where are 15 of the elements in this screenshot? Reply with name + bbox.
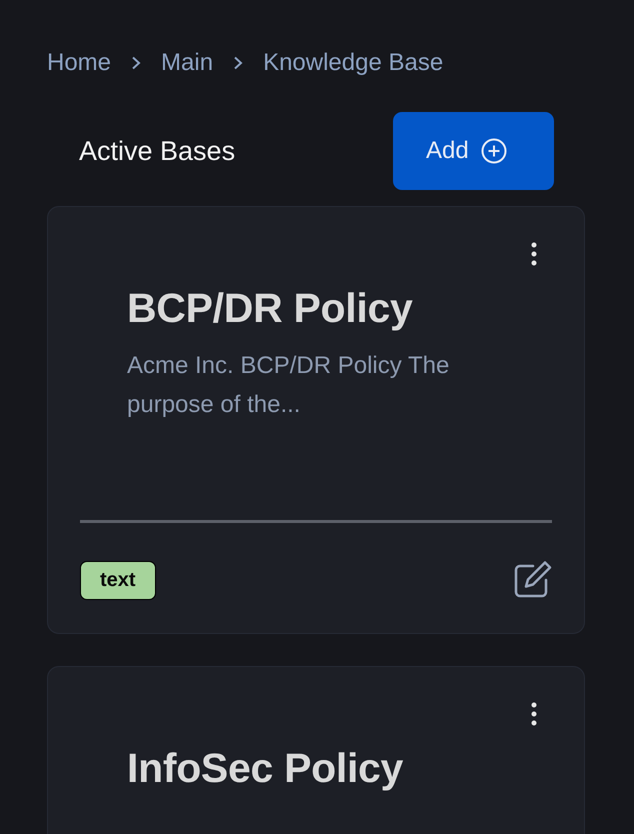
breadcrumb-link[interactable]: Main	[161, 48, 214, 77]
edit-icon[interactable]	[512, 560, 552, 600]
type-tag: text	[80, 560, 156, 600]
chevron-icon	[233, 56, 244, 70]
section-title: Active Bases	[79, 136, 236, 166]
plus-circle-icon	[480, 138, 507, 164]
chevron-icon	[131, 56, 142, 70]
card-title: InfoSec Policy	[127, 744, 404, 792]
card-title: BCP/DR Policy	[127, 284, 414, 332]
more-options-icon[interactable]	[531, 242, 537, 266]
card-description: Acme Inc. BCP/DR Policy The purpose of the...	[127, 351, 450, 420]
breadcrumb-link[interactable]: Home	[47, 48, 112, 77]
more-options-icon[interactable]	[531, 702, 537, 726]
add-button[interactable]: Add	[393, 112, 554, 190]
breadcrumb-link[interactable]: Knowledge Base	[263, 48, 444, 77]
